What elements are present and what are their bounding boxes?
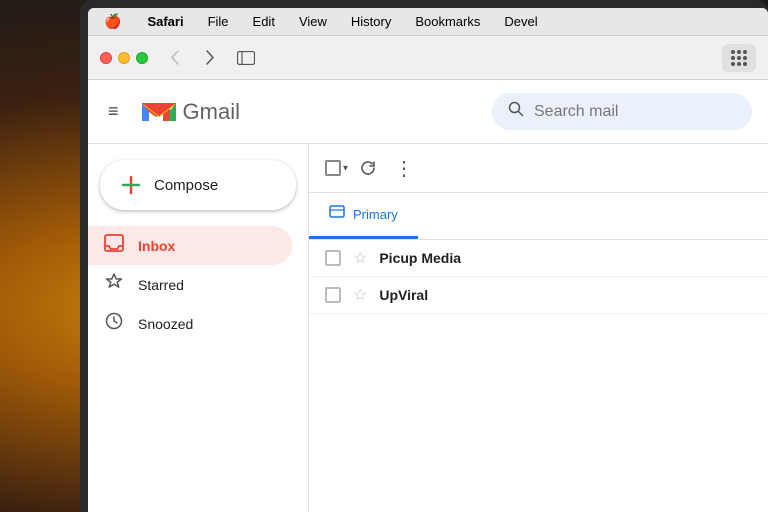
- screen: 🍎 Safari File Edit View History Bookmark…: [88, 8, 768, 512]
- email-row-2[interactable]: ☆ UpViral: [309, 277, 768, 314]
- edit-menu[interactable]: Edit: [249, 12, 279, 31]
- sidebar-item-snoozed[interactable]: Snoozed: [88, 304, 292, 343]
- inbox-label: Inbox: [138, 238, 175, 254]
- chevron-down-icon: ▾: [343, 163, 348, 174]
- apple-menu[interactable]: 🍎: [100, 11, 125, 32]
- grid-icon: [731, 50, 747, 66]
- minimize-button[interactable]: [118, 52, 130, 64]
- safari-toolbar: [88, 36, 768, 80]
- sidebar-item-starred[interactable]: Starred: [88, 265, 292, 304]
- more-options-button[interactable]: ⋮: [388, 152, 420, 184]
- refresh-button[interactable]: [352, 152, 384, 184]
- file-menu[interactable]: File: [204, 12, 233, 31]
- compose-button[interactable]: Compose: [100, 160, 296, 210]
- tabs-grid-button[interactable]: [722, 44, 756, 72]
- email-checkbox-2[interactable]: [325, 287, 341, 303]
- search-box[interactable]: Search mail: [492, 93, 752, 130]
- clock-icon: [104, 312, 124, 335]
- fullscreen-button[interactable]: [136, 52, 148, 64]
- close-button[interactable]: [100, 52, 112, 64]
- compose-label: Compose: [154, 177, 218, 194]
- primary-tab-label: Primary: [353, 207, 398, 222]
- compose-plus-icon: [120, 174, 142, 196]
- gmail-logo: Gmail: [139, 98, 240, 126]
- email-list-toolbar: ▾ ⋮: [309, 144, 768, 193]
- laptop-bezel: 🍎 Safari File Edit View History Bookmark…: [80, 0, 768, 512]
- search-placeholder-text: Search mail: [534, 103, 618, 121]
- gmail-label: Gmail: [183, 99, 240, 125]
- checkbox-icon: [325, 160, 341, 176]
- inbox-icon: [104, 234, 124, 257]
- starred-label: Starred: [138, 277, 184, 293]
- snoozed-label: Snoozed: [138, 316, 193, 332]
- back-button[interactable]: [160, 44, 188, 72]
- develop-menu[interactable]: Devel: [500, 12, 541, 31]
- traffic-lights: [100, 52, 148, 64]
- search-icon: [508, 101, 524, 122]
- email-checkbox-1[interactable]: [325, 250, 341, 266]
- view-menu[interactable]: View: [295, 12, 331, 31]
- gmail-hamburger-menu[interactable]: ≡: [108, 101, 119, 122]
- sidebar-toggle-button[interactable]: [232, 44, 260, 72]
- star-icon: [104, 273, 124, 296]
- primary-tab-icon: [329, 205, 345, 224]
- inbox-tabs: Primary: [309, 193, 768, 240]
- sidebar-item-inbox[interactable]: Inbox: [88, 226, 292, 265]
- gmail-m-icon: [139, 98, 179, 126]
- select-all-checkbox[interactable]: ▾: [325, 160, 348, 176]
- gmail-body: Compose Inbox: [88, 144, 768, 512]
- gmail-header: ≡ Gmail: [88, 80, 768, 144]
- email-sender-1: Picup Media: [379, 250, 509, 266]
- email-row-1[interactable]: ☆ Picup Media: [309, 240, 768, 277]
- email-sender-2: UpViral: [379, 287, 509, 303]
- tab-primary[interactable]: Primary: [309, 193, 418, 239]
- star-button-1[interactable]: ☆: [353, 248, 367, 268]
- history-menu[interactable]: History: [347, 12, 395, 31]
- macos-menubar: 🍎 Safari File Edit View History Bookmark…: [88, 8, 768, 36]
- gmail-sidebar: Compose Inbox: [88, 144, 308, 512]
- gmail-main-panel: ▾ ⋮: [308, 144, 768, 512]
- star-button-2[interactable]: ☆: [353, 285, 367, 305]
- gmail-app: ≡ Gmail: [88, 80, 768, 512]
- bookmarks-menu[interactable]: Bookmarks: [411, 12, 484, 31]
- forward-button[interactable]: [196, 44, 224, 72]
- safari-menu[interactable]: Safari: [143, 12, 187, 31]
